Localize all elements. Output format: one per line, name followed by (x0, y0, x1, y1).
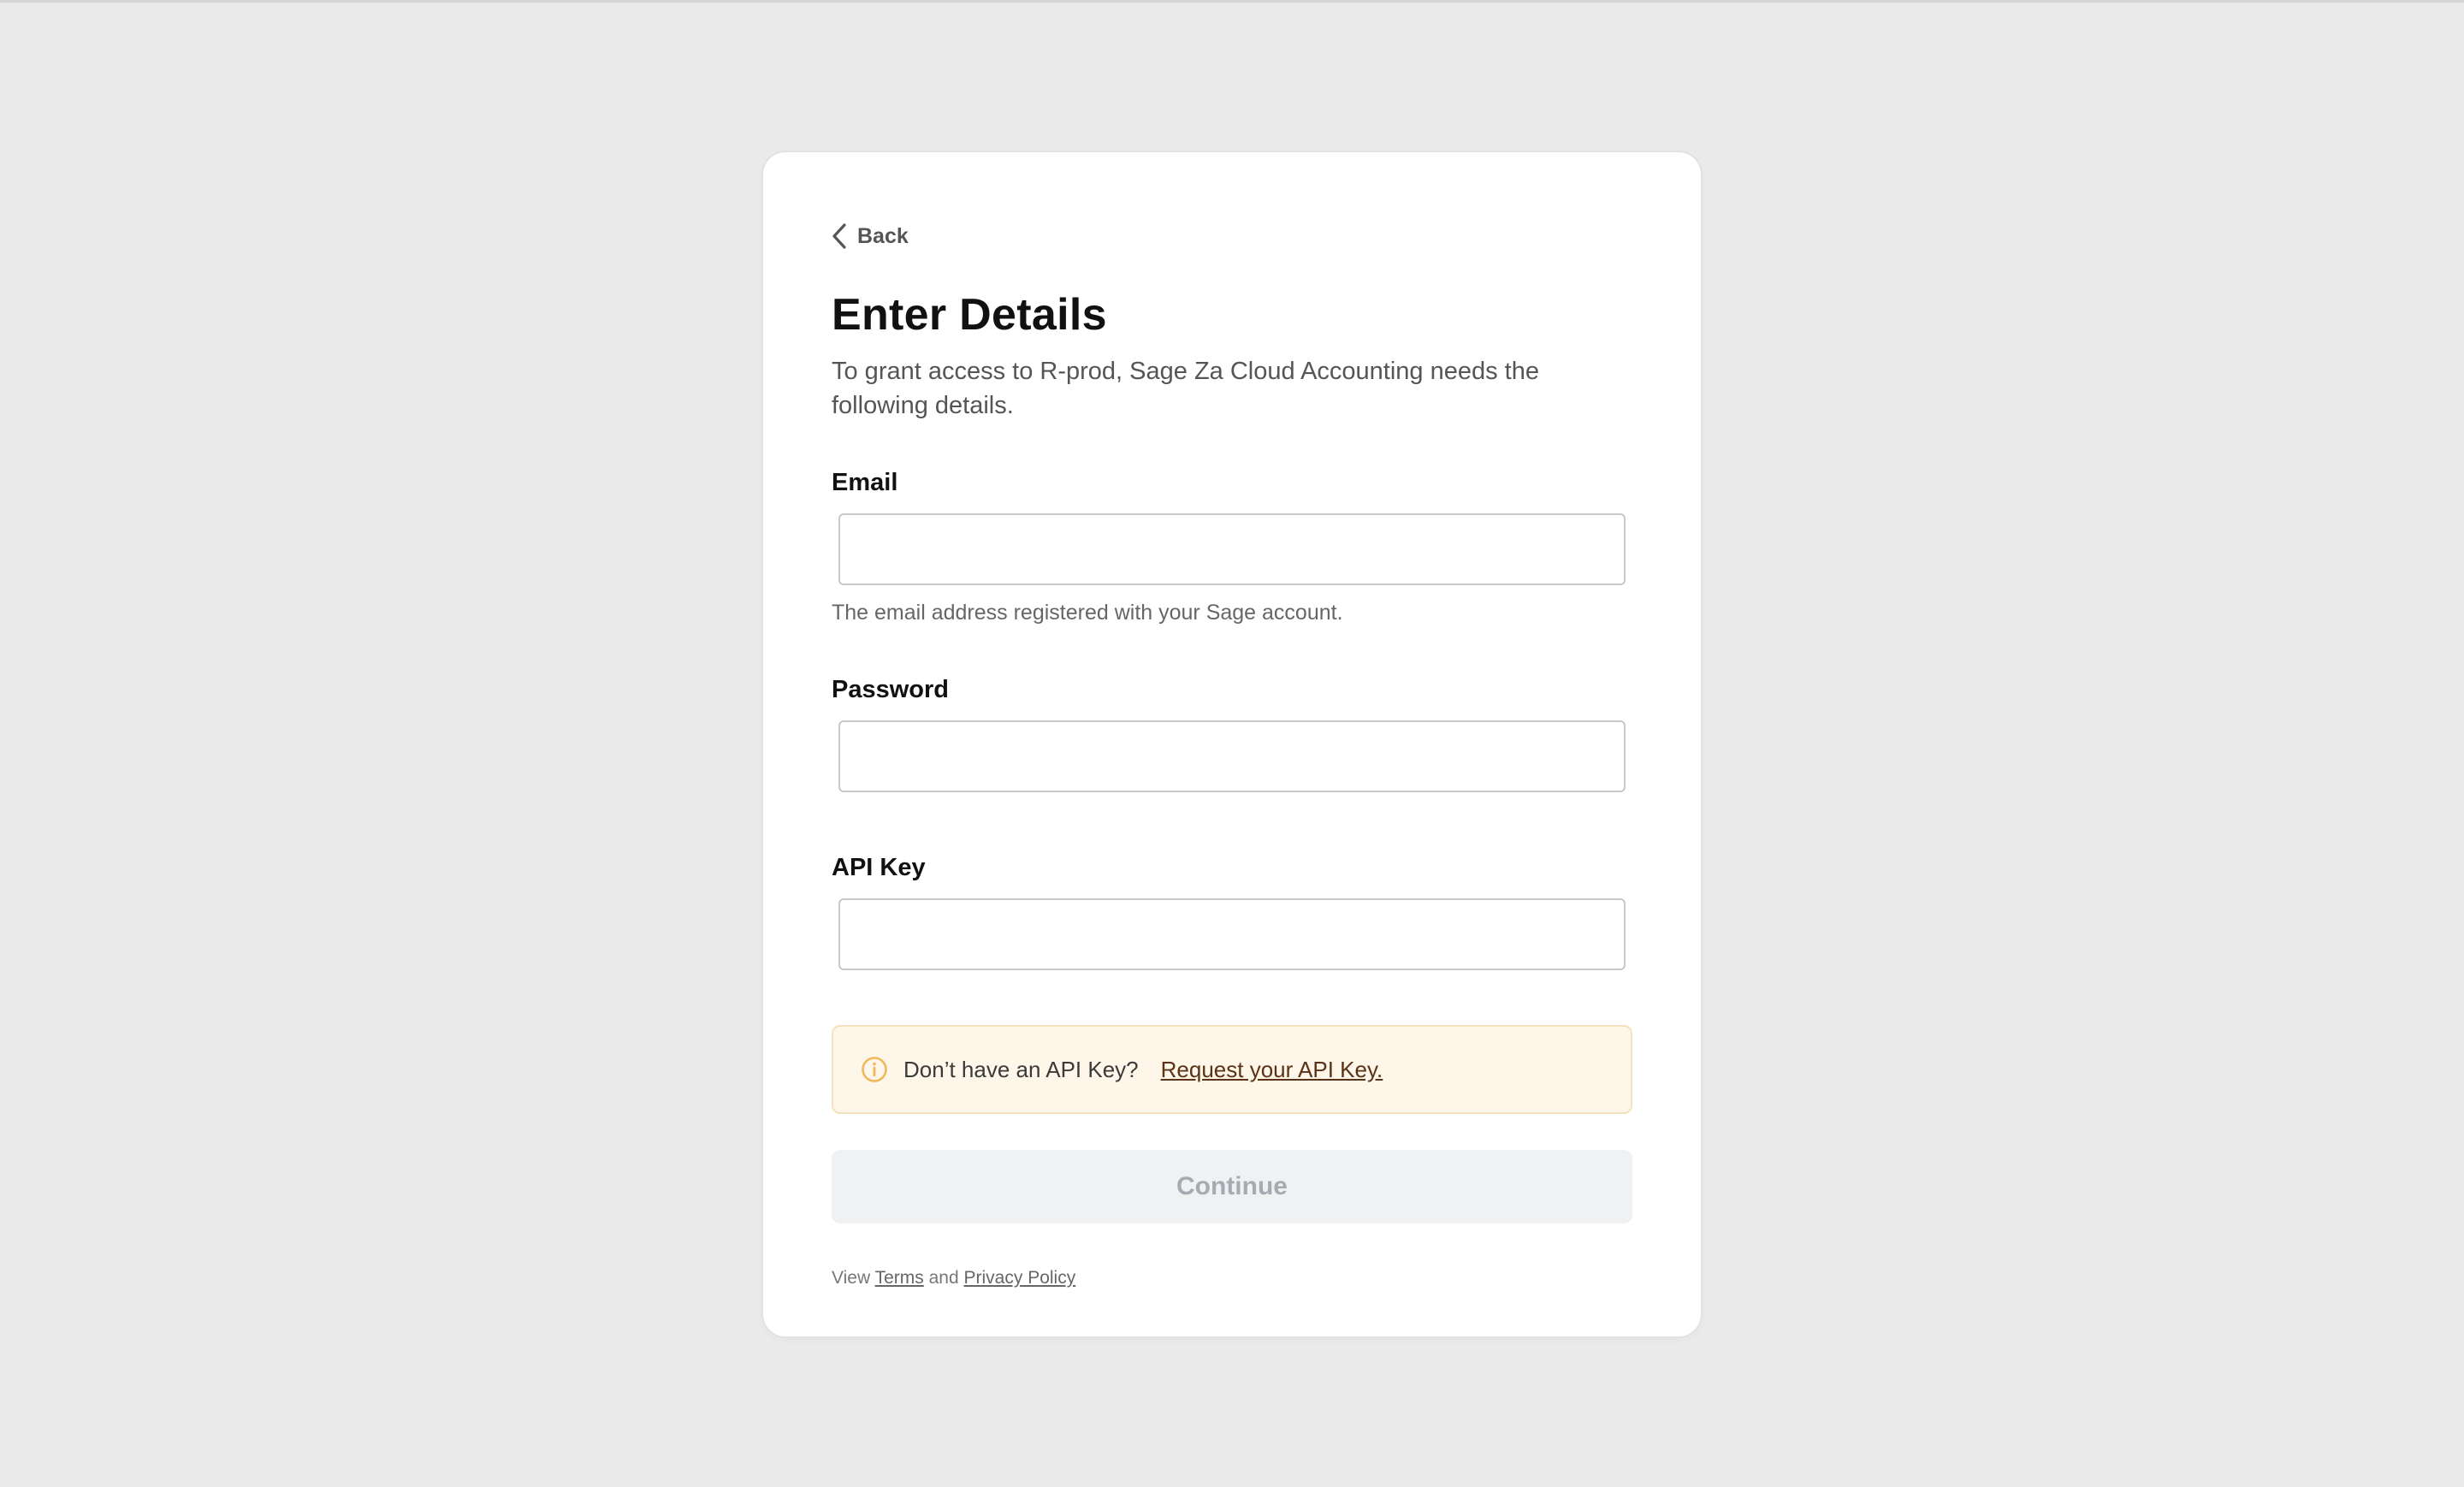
request-api-key-link[interactable]: Request your API Key. (1161, 1057, 1383, 1083)
legal-prefix: View (832, 1268, 871, 1288)
page-subtitle: To grant access to R-prod, Sage Za Cloud… (832, 358, 1539, 419)
notice-text: Don’t have an API Key? (903, 1056, 1139, 1082)
email-field[interactable] (838, 513, 1626, 585)
info-icon (861, 1056, 888, 1083)
legal-footer: View Terms and Privacy Policy (832, 1268, 1075, 1289)
password-field[interactable] (838, 720, 1626, 792)
continue-button[interactable]: Continue (832, 1150, 1632, 1223)
terms-link[interactable]: Terms (875, 1268, 924, 1288)
details-card: Back Enter Details To grant access to R-… (763, 152, 1701, 1336)
api-key-label: API Key (832, 854, 926, 881)
page-title: Enter Details (832, 290, 1107, 340)
chevron-left-icon (832, 222, 847, 250)
password-label: Password (832, 676, 949, 703)
back-button[interactable]: Back (832, 221, 909, 252)
email-label: Email (832, 469, 898, 496)
back-label: Back (857, 223, 909, 248)
api-key-notice: Don’t have an API Key? Request your API … (832, 1025, 1632, 1114)
privacy-policy-link[interactable]: Privacy Policy (964, 1268, 1076, 1288)
top-divider (0, 0, 2464, 3)
api-key-field[interactable] (838, 898, 1626, 970)
legal-conjunction: and (928, 1268, 959, 1288)
email-hint: The email address registered with your S… (832, 601, 1343, 625)
